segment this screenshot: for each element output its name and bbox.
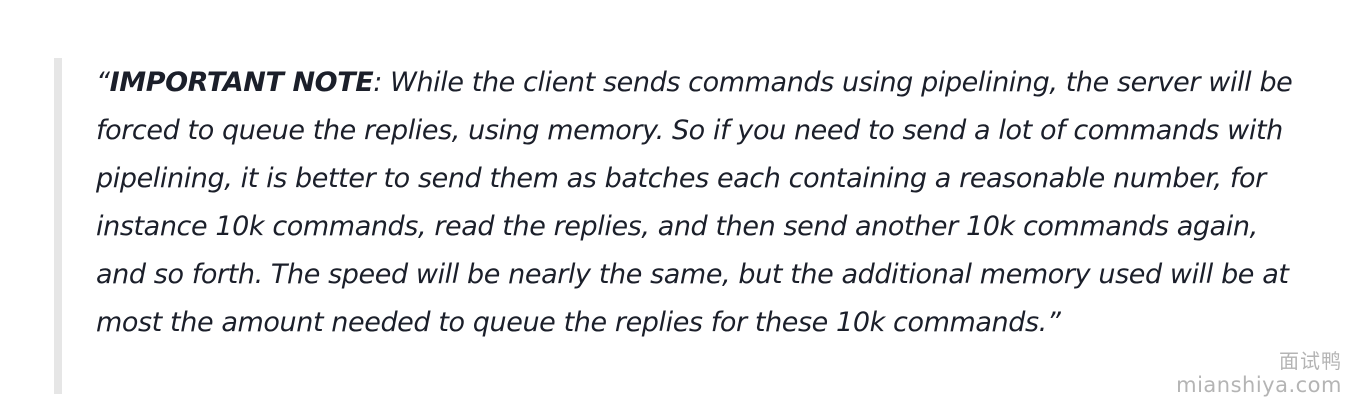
quote-paragraph: “IMPORTANT NOTE: While the client sends … bbox=[96, 58, 1314, 347]
quote-label: IMPORTANT NOTE bbox=[109, 67, 374, 98]
quote-open-mark: “ bbox=[96, 67, 110, 98]
watermark-url: mianshiya.com bbox=[1176, 373, 1342, 397]
watermark: 面试鸭 mianshiya.com bbox=[1176, 349, 1342, 398]
watermark-name: 面试鸭 bbox=[1279, 349, 1342, 373]
quote-body: : While the client sends commands using … bbox=[96, 67, 1293, 338]
quote-close-mark: ” bbox=[1046, 307, 1061, 338]
blockquote: “IMPORTANT NOTE: While the client sends … bbox=[54, 58, 1314, 394]
